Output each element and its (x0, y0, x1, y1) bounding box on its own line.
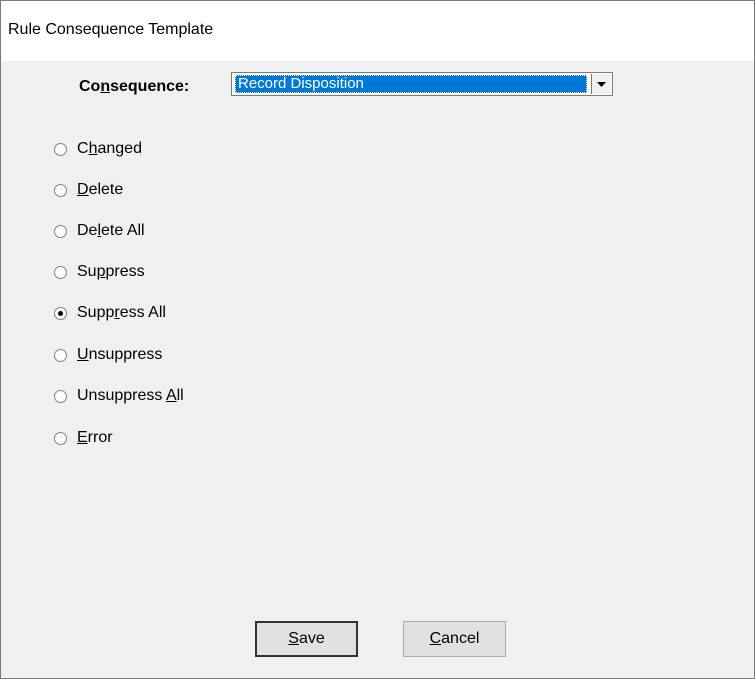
radio-label: Unsuppress All (77, 387, 184, 404)
dialog-client-area: Consequence: Record Disposition Changed … (1, 61, 754, 678)
radio-label: Suppress All (77, 304, 166, 321)
radio-button[interactable] (54, 431, 67, 445)
radio-delete-all[interactable]: Delete All (54, 220, 145, 242)
window-title: Rule Consequence Template (8, 21, 214, 38)
radio-label: Delete All (77, 222, 145, 239)
radio-suppress-all[interactable]: Suppress All (54, 302, 166, 324)
radio-suppress[interactable]: Suppress (54, 261, 145, 283)
radio-unsuppress-all[interactable]: Unsuppress All (54, 385, 184, 407)
radio-error[interactable]: Error (54, 427, 113, 449)
title-bar[interactable]: Rule Consequence Template (1, 1, 754, 61)
radio-label: Suppress (77, 263, 145, 280)
radio-button[interactable] (54, 224, 67, 238)
save-button[interactable]: Save (255, 621, 358, 657)
radio-button[interactable] (54, 348, 67, 362)
consequence-label: Consequence: (79, 78, 190, 95)
radio-button[interactable] (54, 183, 67, 197)
chevron-down-icon (597, 81, 606, 87)
consequence-dropdown[interactable]: Record Disposition (231, 72, 613, 96)
radio-label: Delete (77, 181, 124, 198)
cancel-button[interactable]: Cancel (403, 621, 506, 657)
radio-label: Error (77, 429, 113, 446)
radio-changed[interactable]: Changed (54, 138, 142, 160)
radio-button[interactable] (54, 142, 67, 156)
radio-label: Changed (77, 140, 142, 157)
consequence-selected-value: Record Disposition (235, 75, 587, 93)
dialog-window: Rule Consequence Template Consequence: R… (0, 0, 755, 679)
radio-button[interactable] (54, 265, 67, 279)
radio-label: Unsuppress (77, 346, 163, 363)
dropdown-arrow-button[interactable] (591, 74, 611, 94)
radio-button-checked[interactable] (54, 306, 67, 320)
radio-unsuppress[interactable]: Unsuppress (54, 344, 162, 366)
radio-button[interactable] (54, 389, 67, 403)
radio-delete[interactable]: Delete (54, 179, 123, 201)
